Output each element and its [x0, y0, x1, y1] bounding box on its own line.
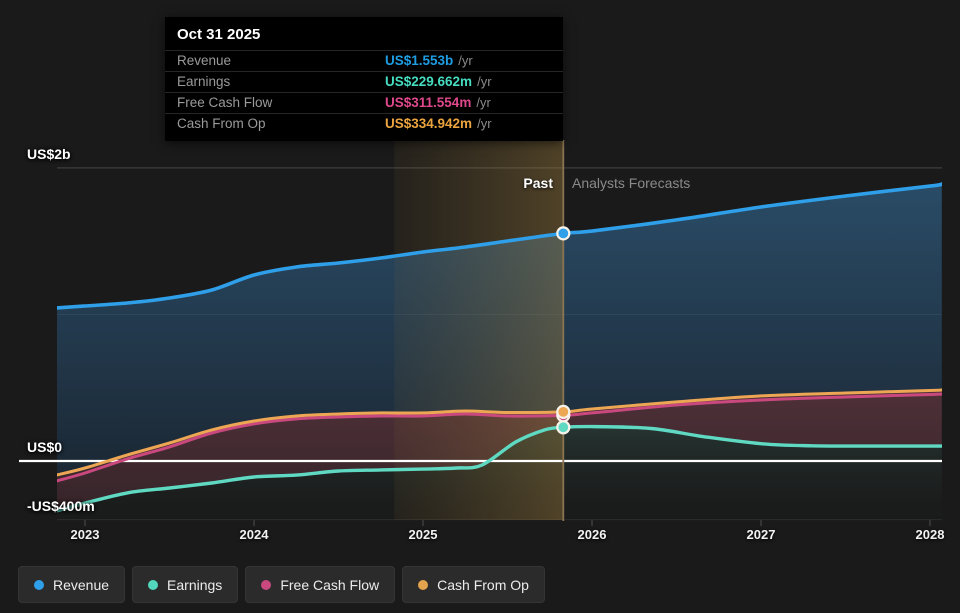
tooltip-row-earnings: Earnings US$229.662m/yr	[165, 71, 563, 92]
x-axis-label-2023: 2023	[55, 527, 115, 542]
tooltip-date: Oct 31 2025	[165, 17, 563, 50]
tooltip-rows: Revenue US$1.553b/yr Earnings US$229.662m/y…	[165, 50, 563, 134]
tooltip-value-suffix: /yr	[477, 116, 491, 131]
earnings-marker	[557, 421, 569, 433]
tooltip-row-cashop: Cash From Op US$334.942m/yr	[165, 113, 563, 134]
tooltip-value-suffix: /yr	[477, 74, 491, 89]
legend-label: Free Cash Flow	[280, 577, 379, 593]
tooltip-value: US$334.942m/yr	[385, 114, 492, 134]
tooltip-row-revenue: Revenue US$1.553b/yr	[165, 50, 563, 71]
tooltip-label: Free Cash Flow	[177, 95, 272, 110]
tooltip-row-fcf: Free Cash Flow US$311.554m/yr	[165, 92, 563, 113]
tooltip-value-suffix: /yr	[476, 95, 490, 110]
tooltip-label: Cash From Op	[177, 116, 266, 131]
earnings-dot-icon	[148, 580, 158, 590]
tooltip: Oct 31 2025 Revenue US$1.553b/yr Earnings U…	[165, 17, 563, 141]
tooltip-label: Revenue	[177, 53, 231, 68]
past-label: Past	[463, 175, 553, 191]
y-axis-label: -US$400m	[27, 498, 95, 514]
tooltip-label: Earnings	[177, 74, 230, 89]
tooltip-value: US$311.554m/yr	[385, 93, 491, 113]
legend-item-earnings[interactable]: Earnings	[132, 566, 238, 603]
tooltip-value-suffix: /yr	[458, 53, 472, 68]
legend-label: Cash From Op	[437, 577, 529, 593]
revenue-dot-icon	[34, 580, 44, 590]
y-axis-label: US$2b	[27, 146, 71, 162]
x-axis-label-2028: 2028	[900, 527, 960, 542]
legend-item-fcf[interactable]: Free Cash Flow	[245, 566, 395, 603]
tooltip-value: US$229.662m/yr	[385, 72, 492, 92]
legend-label: Revenue	[53, 577, 109, 593]
legend-item-revenue[interactable]: Revenue	[18, 566, 125, 603]
x-axis-label-2026: 2026	[562, 527, 622, 542]
legend: Revenue Earnings Free Cash Flow Cash From O…	[18, 566, 545, 603]
past-year-highlight	[394, 140, 563, 520]
legend-item-cashop[interactable]: Cash From Op	[402, 566, 545, 603]
earnings-revenue-growth-chart: US$2b US$0 -US$400m 2023 2024 2025 2026 2027 20…	[0, 0, 960, 613]
revenue-marker	[557, 227, 569, 239]
tooltip-value: US$1.553b/yr	[385, 51, 473, 71]
fcf-dot-icon	[261, 580, 271, 590]
analysts-forecasts-label: Analysts Forecasts	[572, 175, 690, 191]
x-axis-label-2027: 2027	[731, 527, 791, 542]
legend-label: Earnings	[167, 577, 222, 593]
y-axis-label: US$0	[27, 439, 62, 455]
cashop-marker	[557, 406, 569, 418]
x-axis-label-2024: 2024	[224, 527, 284, 542]
cashop-dot-icon	[418, 580, 428, 590]
x-axis-label-2025: 2025	[393, 527, 453, 542]
